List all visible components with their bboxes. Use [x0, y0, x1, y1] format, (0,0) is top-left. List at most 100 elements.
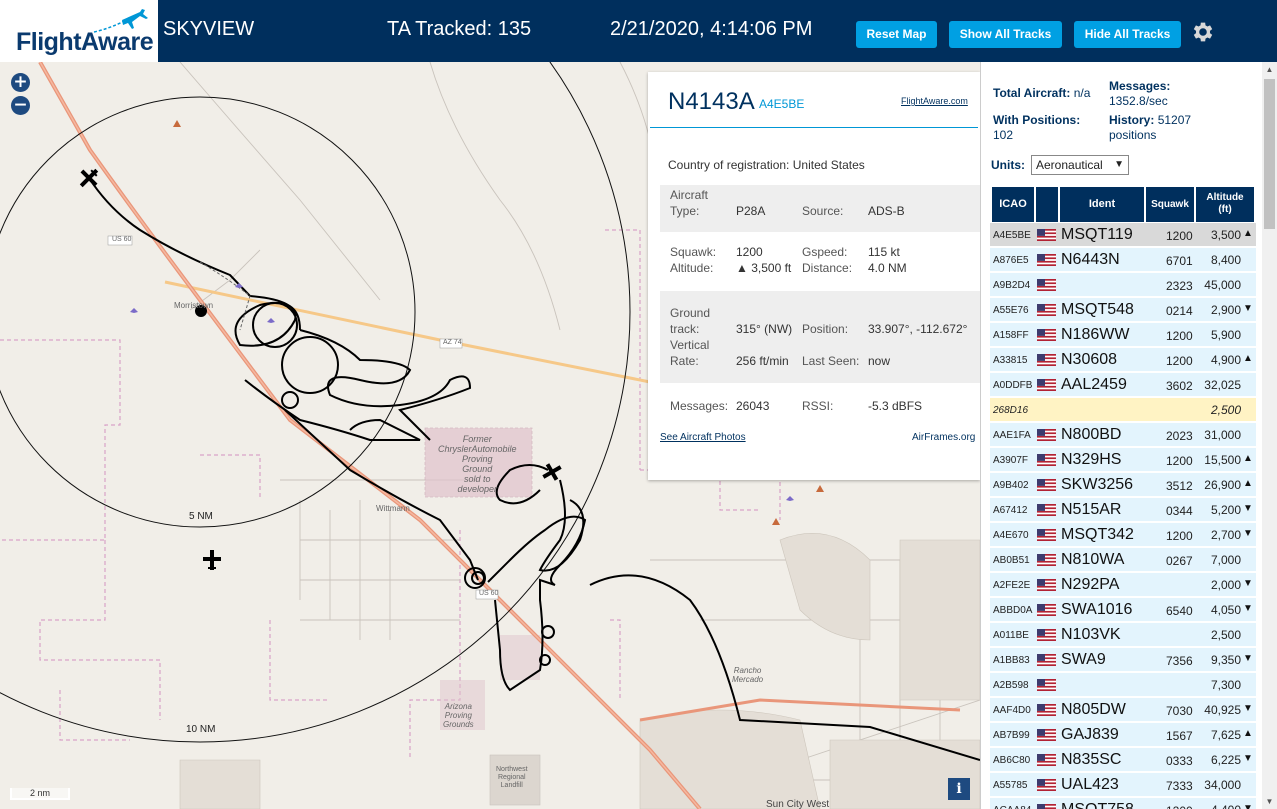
lastseen-value: now: [868, 354, 891, 368]
table-row[interactable]: A3907F N329HS 1200 15,500 ▲: [990, 448, 1256, 471]
row-icao: 268D16: [993, 405, 1029, 416]
source-label: Source:: [802, 204, 844, 218]
table-row[interactable]: A55785 UAL423 7333 34,000: [990, 773, 1256, 796]
scroll-thumb[interactable]: [1264, 79, 1275, 229]
gspeed-value: 115 kt: [868, 245, 900, 259]
row-altitude: 2,700: [1210, 528, 1241, 542]
country-label: Country of registration:: [668, 158, 790, 172]
place-label-suncity: Sun City West: [766, 799, 830, 809]
col-ident-header[interactable]: Ident: [1060, 187, 1144, 222]
row-altitude: 3,500: [1210, 228, 1241, 242]
row-icao: AAF4D0: [993, 705, 1031, 716]
us-flag-icon: [1037, 553, 1056, 566]
row-squawk: 6540: [1166, 604, 1193, 618]
scroll-up-arrow-icon[interactable]: ▲: [1262, 62, 1277, 77]
table-row[interactable]: A2FE2E N292PA 2,000 ▼: [990, 573, 1256, 596]
us-flag-icon: [1037, 278, 1056, 291]
table-row[interactable]: A2B598 7,300: [990, 673, 1256, 696]
table-row[interactable]: AAF4D0 N805DW 7030 40,925 ▼: [990, 698, 1256, 721]
table-row[interactable]: A011BE N103VK 2,500: [990, 623, 1256, 646]
row-altitude: 32,025: [1204, 378, 1241, 392]
total-aircraft-value: n/a: [1073, 86, 1091, 100]
units-select[interactable]: Aeronautical ▼: [1031, 155, 1129, 175]
us-flag-icon: [1037, 478, 1056, 491]
aircraft-photos-link[interactable]: See Aircraft Photos: [660, 432, 746, 443]
table-row[interactable]: ABBD0A SWA1016 6540 4,050 ▼: [990, 598, 1256, 621]
with-positions-value: 102: [993, 128, 1014, 142]
total-aircraft-label: Total Aircraft:: [993, 86, 1071, 100]
chevron-down-icon: ▼: [1114, 159, 1124, 170]
gtrack-label-2: track:: [670, 322, 700, 336]
table-row[interactable]: AAE1FA N800BD 2023 31,000: [990, 423, 1256, 446]
table-row[interactable]: A4E670 MSQT342 1200 2,700 ▼: [990, 523, 1256, 546]
table-row[interactable]: ACAA84 MSQT758 1200 4,400▼: [990, 798, 1256, 809]
col-altitude-header[interactable]: Altitude (ft): [1196, 187, 1254, 222]
row-ident: N186WW: [1061, 326, 1130, 343]
table-row[interactable]: AB7B99 GAJ839 1567 7,625 ▲: [990, 723, 1256, 746]
squawk-value: 1200: [736, 245, 763, 259]
position-value: 33.907°, -112.672°: [868, 322, 968, 336]
table-row[interactable]: A55E76 MSQT548 0214 2,900 ▼: [990, 298, 1256, 321]
altitude-value: ▲ 3,500 ft: [736, 261, 792, 275]
table-row[interactable]: A67412 N515AR 0344 5,200 ▼: [990, 498, 1256, 521]
reset-map-button[interactable]: Reset Map: [856, 21, 937, 48]
table-row[interactable]: A9B2D4 2323 45,000: [990, 273, 1256, 296]
row-altitude: 4,400: [1198, 803, 1241, 809]
us-flag-icon: [1037, 753, 1056, 766]
airframes-link[interactable]: AirFrames.org: [912, 432, 975, 443]
row-altitude-trend: ▲: [1243, 353, 1253, 364]
table-row[interactable]: A33815 N30608 1200 4,900 ▲: [990, 348, 1256, 371]
vrate-label-2: Rate:: [670, 354, 699, 368]
row-icao: A876E5: [993, 255, 1029, 266]
table-row[interactable]: A0DDFB AAL2459 3602 32,025: [990, 373, 1256, 396]
col-flag-header[interactable]: [1036, 187, 1058, 222]
row-squawk: 2023: [1166, 429, 1193, 443]
us-flag-icon: [1037, 803, 1056, 809]
messages-rate-label: Messages:: [1109, 79, 1171, 93]
table-row[interactable]: A158FF N186WW 1200 5,900: [990, 323, 1256, 346]
zoom-out-button[interactable]: −: [11, 96, 30, 115]
row-icao: A4E670: [993, 530, 1029, 541]
row-altitude-trend: ▲: [1243, 453, 1253, 464]
row-altitude: 40,925: [1204, 703, 1241, 717]
row-ident: MSQT119: [1061, 226, 1133, 243]
row-ident: AAL2459: [1061, 376, 1127, 393]
panel-divider: [650, 127, 978, 128]
table-row[interactable]: A876E5 N6443N 6701 8,400: [990, 248, 1256, 271]
row-altitude: 45,000: [1204, 278, 1241, 292]
table-row[interactable]: A1BB83 SWA9 7356 9,350 ▼: [990, 648, 1256, 671]
rssi-value: -5.3 dBFS: [868, 399, 923, 413]
col-icao-header[interactable]: ICAO: [992, 187, 1034, 222]
row-squawk: 6701: [1166, 254, 1193, 268]
messages-block: Messages: 26043 RSSI: -5.3 dBFS: [660, 394, 980, 416]
hide-all-tracks-button[interactable]: Hide All Tracks: [1074, 21, 1181, 48]
row-altitude-trend: ▲: [1243, 478, 1253, 489]
total-aircraft-stat: Total Aircraft: n/a: [993, 86, 1090, 101]
info-icon[interactable]: i: [948, 778, 970, 800]
rssi-label: RSSI:: [802, 399, 834, 413]
scroll-down-arrow-icon[interactable]: ▼: [1262, 794, 1277, 809]
table-row[interactable]: AB6C80 N835SC 0333 6,225 ▼: [990, 748, 1256, 771]
flightaware-link[interactable]: FlightAware.com: [901, 96, 968, 106]
type-label-1: Aircraft: [670, 188, 709, 202]
track-block: Ground track: 315° (NW) Position: 33.907…: [660, 291, 980, 383]
row-altitude-trend: ▲: [1243, 728, 1253, 739]
gear-icon[interactable]: [1190, 19, 1216, 45]
row-icao: AB0B51: [993, 555, 1030, 566]
table-row[interactable]: A4E5BE MSQT119 1200 3,500 ▲: [990, 223, 1256, 246]
zoom-in-button[interactable]: +: [11, 73, 30, 92]
table-row[interactable]: A9B402 SKW3256 3512 26,900 ▲: [990, 473, 1256, 496]
col-squawk-header[interactable]: Squawk: [1146, 187, 1194, 222]
sidebar-scrollbar[interactable]: ▲ ▼: [1262, 62, 1277, 809]
table-row[interactable]: 268D16 2,500: [990, 398, 1256, 421]
us-flag-icon: [1037, 253, 1056, 266]
position-label: Position:: [802, 322, 849, 336]
header-bar: FlightAware SKYVIEW TA Tracked: 135 2/21…: [0, 0, 1277, 62]
row-altitude-trend: ▼: [1243, 703, 1253, 714]
row-squawk: 1200: [1166, 804, 1193, 809]
row-ident: MSQT758: [1061, 801, 1134, 809]
table-row[interactable]: AB0B51 N810WA 0267 7,000: [990, 548, 1256, 571]
show-all-tracks-button[interactable]: Show All Tracks: [949, 21, 1062, 48]
squawk-label: Squawk:: [670, 245, 717, 259]
flightaware-logo[interactable]: FlightAware: [0, 0, 158, 62]
